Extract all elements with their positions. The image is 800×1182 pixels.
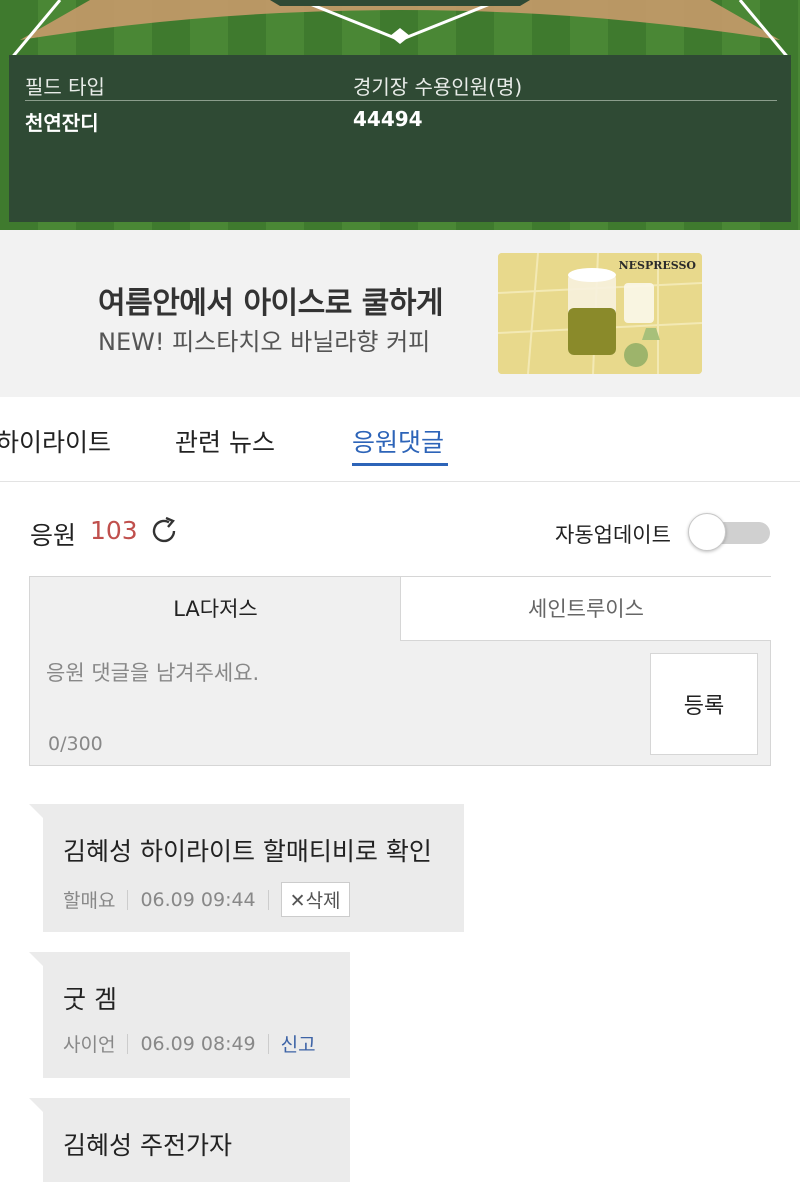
tab-highlight[interactable]: 하이라이트 — [0, 423, 111, 459]
ad-banner[interactable]: 여름안에서 아이스로 쿨하게 NEW! 피스타치오 바닐라향 커피 NESPRE… — [0, 230, 800, 397]
comment-meta: 할매요 06.09 09:44 ✕삭제 — [63, 882, 350, 917]
comment-item: 굿 겜 사이언 06.09 08:49 신고 — [29, 952, 350, 1078]
delete-label: 삭제 — [305, 890, 341, 912]
team-tab-stlouis[interactable]: 세인트루이스 — [400, 577, 771, 641]
comment-time: 06.09 08:49 — [140, 1032, 256, 1055]
refresh-icon[interactable] — [148, 515, 180, 547]
toggle-knob — [688, 513, 726, 551]
comment-text: 굿 겜 — [63, 985, 117, 1014]
divider — [267, 1033, 269, 1054]
comment-time: 06.09 09:44 — [140, 888, 256, 911]
comment-author: 할매요 — [63, 890, 116, 912]
ad-title: 여름안에서 아이스로 쿨하게 — [98, 286, 444, 321]
tab-related-news[interactable]: 관련 뉴스 — [175, 423, 275, 459]
divider — [127, 889, 129, 910]
cheer-label: 응원 — [30, 521, 77, 550]
divider — [127, 1033, 129, 1054]
delete-button[interactable]: ✕삭제 — [280, 882, 350, 917]
comment-text: 김혜성 하이라이트 할매티비로 확인 — [63, 837, 432, 866]
cheer-count: 103 — [90, 516, 138, 545]
active-tab-indicator — [352, 463, 448, 466]
close-icon: ✕ — [289, 890, 306, 912]
ad-brand: NESPRESSO — [618, 259, 696, 272]
stadium-info-value-row: 천연잔디 44494 — [25, 107, 777, 137]
char-counter: 0/300 — [48, 733, 103, 755]
ad-image[interactable]: NESPRESSO — [498, 253, 702, 374]
comment-text: 김혜성 주전가자 — [63, 1131, 232, 1160]
tab-cheer-comments[interactable]: 응원댓글 — [352, 423, 444, 459]
divider — [267, 889, 269, 910]
field-type-value: 천연잔디 — [25, 111, 99, 135]
auto-update-label: 자동업데이트 — [555, 523, 671, 547]
comment-item: 김혜성 주전가자 — [29, 1098, 350, 1182]
content-tabs: 하이라이트 관련 뉴스 응원댓글 — [0, 397, 800, 482]
comment-meta: 사이언 06.09 08:49 신고 — [63, 1030, 316, 1057]
comment-item: 김혜성 하이라이트 할매티비로 확인 할매요 06.09 09:44 ✕삭제 — [29, 804, 464, 932]
team-tab-dodgers[interactable]: LA다저스 — [30, 577, 401, 641]
capacity-value: 44494 — [353, 107, 423, 131]
comment-input[interactable] — [30, 641, 650, 765]
field-type-header: 필드 타입 — [25, 75, 105, 99]
report-button[interactable]: 신고 — [281, 1030, 316, 1057]
auto-update-toggle[interactable] — [688, 513, 770, 551]
submit-button[interactable]: 등록 — [650, 653, 758, 755]
capacity-header: 경기장 수용인원(명) — [353, 75, 523, 99]
stadium-info-header-row: 필드 타입 경기장 수용인원(명) — [25, 71, 777, 101]
ad-subtitle: NEW! 피스타치오 바닐라향 커피 — [98, 328, 431, 356]
comment-box: LA다저스 세인트루이스 0/300 등록 — [29, 576, 771, 766]
stadium-info-panel: 필드 타입 경기장 수용인원(명) 천연잔디 44494 — [9, 55, 791, 222]
stadium-header: 필드 타입 경기장 수용인원(명) 천연잔디 44494 — [0, 0, 800, 230]
comment-author: 사이언 — [63, 1034, 116, 1056]
